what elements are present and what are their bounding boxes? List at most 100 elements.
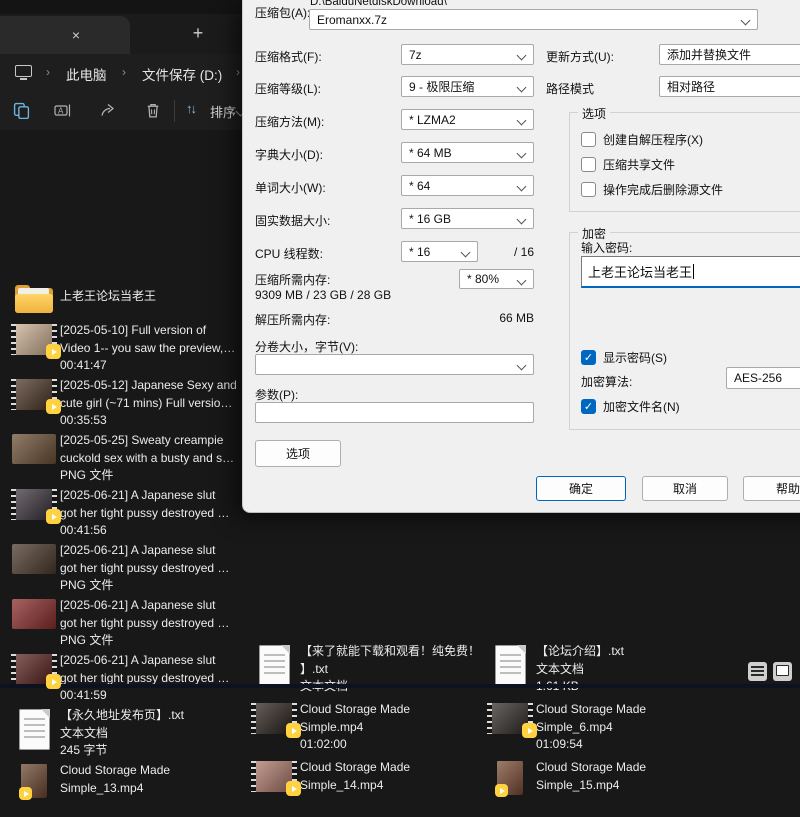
checkbox-checked-icon: ✓ [581, 399, 596, 414]
video-thumbnail [11, 489, 57, 520]
checkbox-unchecked-icon [581, 157, 596, 172]
archive-label: 压缩包(A): [255, 4, 310, 21]
show-password-checkbox[interactable]: ✓ 显示密码(S) [581, 349, 667, 366]
rename-icon[interactable]: A [53, 100, 73, 120]
compress-shared-checkbox[interactable]: 压缩共享文件 [581, 156, 675, 173]
method-combobox[interactable]: * LZMA2 [401, 109, 534, 130]
list-item[interactable]: Cloud Storage MadeSimple_13.mp4 [8, 762, 242, 817]
checkbox-unchecked-icon [581, 132, 596, 147]
solid-block-combobox[interactable]: * 16 GB [401, 208, 534, 229]
play-icon [286, 781, 301, 796]
file-name: [2025-05-12] Japanese Sexy and [60, 377, 237, 395]
delete-after-checkbox[interactable]: 操作完成后删除源文件 [581, 181, 723, 198]
play-icon [522, 723, 537, 738]
decompress-memory-label: 解压所需内存: [255, 311, 330, 328]
cancel-button[interactable]: 取消 [642, 476, 728, 501]
file-meta: 文本文档 [60, 725, 184, 743]
file-name: got her tight pussy destroyed … [60, 615, 229, 633]
list-item[interactable]: Cloud Storage MadeSimple.mp401:02:00 [248, 701, 480, 759]
parameters-input[interactable] [255, 402, 534, 423]
tab-close-icon[interactable]: × [66, 25, 86, 45]
list-item[interactable]: 【论坛介绍】.txt文本文档1.61 KB [484, 643, 712, 701]
this-pc-icon[interactable] [15, 65, 32, 80]
parameters-label: 参数(P): [255, 386, 298, 403]
breadcrumb-this-pc[interactable]: 此电脑 [66, 64, 107, 84]
list-item[interactable]: [2025-05-12] Japanese Sexy andcute girl … [8, 377, 242, 432]
path-mode-combobox[interactable]: 相对路径 [659, 76, 800, 97]
video-thumbnail [11, 324, 57, 355]
file-name: 【永久地址发布页】.txt [60, 707, 184, 725]
memory-usage-value: 9309 MB / 23 GB / 28 GB [255, 288, 391, 302]
help-button[interactable]: 帮助 [743, 476, 800, 501]
file-name: 上老王论坛当老王 [60, 288, 156, 306]
file-name: Cloud Storage Made [536, 759, 646, 777]
list-item[interactable]: [2025-05-25] Sweaty creampiecuckold sex … [8, 432, 242, 487]
image-thumbnail [12, 599, 56, 629]
text-file-icon [19, 709, 50, 750]
password-input[interactable]: 上老王论坛当老王 [581, 256, 800, 288]
list-item[interactable]: [2025-06-21] A Japanese slutgot her tigh… [8, 542, 242, 597]
breadcrumb-drive-d[interactable]: 文件保存 (D:) [142, 64, 222, 84]
archive-name-combobox[interactable]: Eromanxx.7z [309, 9, 758, 30]
list-item[interactable]: Cloud Storage MadeSimple_14.mp4 [248, 759, 480, 817]
explorer-tab[interactable]: × [0, 16, 130, 54]
video-thumbnail [251, 703, 297, 734]
encrypt-filenames-checkbox[interactable]: ✓ 加密文件名(N) [581, 398, 680, 415]
play-icon [46, 399, 61, 414]
list-item[interactable]: 上老王论坛当老王 [8, 272, 242, 322]
breadcrumb-separator: › [236, 65, 240, 79]
update-mode-combobox[interactable]: 添加并替换文件 [659, 44, 800, 65]
chevron-down-icon [741, 16, 751, 26]
list-item[interactable]: [2025-05-10] Full version ofVideo 1-- yo… [8, 322, 242, 377]
list-item[interactable]: Cloud Storage MadeSimple_6.mp401:09:54 [484, 701, 712, 759]
file-name: [2025-05-25] Sweaty creampie [60, 432, 234, 450]
delete-icon[interactable] [143, 100, 163, 120]
file-meta: 00:35:53 [60, 412, 237, 430]
file-name: [2025-06-21] A Japanese slut [60, 597, 229, 615]
split-volume-combobox[interactable] [255, 354, 534, 375]
decompress-memory-value: 66 MB [443, 311, 534, 325]
chevron-down-icon [517, 149, 527, 159]
file-name: Simple_14.mp4 [300, 777, 410, 795]
thumbnail-view-button[interactable] [773, 662, 792, 681]
dictionary-combobox[interactable]: * 64 MB [401, 142, 534, 163]
details-view-button[interactable] [748, 662, 767, 681]
chevron-down-icon [517, 182, 527, 192]
paste-icon[interactable] [11, 100, 31, 120]
text-file-icon [495, 645, 526, 686]
encryption-method-label: 加密算法: [581, 373, 632, 390]
folder-icon [15, 283, 53, 314]
file-name: 【来了就能下载和观看！纯免费！ [300, 643, 480, 661]
chevron-down-icon [517, 51, 527, 61]
cpu-threads-combobox[interactable]: * 16 [401, 241, 478, 262]
sort-arrows-icon: ↑↓ [186, 101, 195, 116]
file-name: Cloud Storage Made [300, 701, 410, 719]
options-button[interactable]: 选项 [255, 440, 341, 467]
sort-button[interactable]: 排序 [210, 102, 236, 121]
breadcrumb-separator: › [122, 65, 126, 79]
ok-button[interactable]: 确定 [536, 476, 626, 501]
list-item[interactable]: 【来了就能下载和观看！纯免费！】.txt文本文档 [248, 643, 480, 701]
level-combobox[interactable]: 9 - 极限压缩 [401, 76, 534, 97]
list-item[interactable]: Cloud Storage MadeSimple_15.mp4 [484, 759, 712, 817]
list-item[interactable]: [2025-06-21] A Japanese slutgot her tigh… [8, 487, 242, 542]
cpu-threads-max: / 16 [483, 245, 534, 259]
solid-block-label: 固实数据大小: [255, 212, 330, 229]
encryption-method-combobox[interactable]: AES-256 [726, 367, 800, 389]
format-combobox[interactable]: 7z [401, 44, 534, 65]
list-item[interactable]: [2025-06-21] A Japanese slutgot her tigh… [8, 597, 242, 652]
image-thumbnail [12, 544, 56, 574]
chevron-down-icon [517, 361, 527, 371]
word-size-combobox[interactable]: * 64 [401, 175, 534, 196]
file-name: Simple.mp4 [300, 719, 410, 737]
memory-percent-combobox[interactable]: * 80% [459, 269, 534, 289]
create-sfx-checkbox[interactable]: 创建自解压程序(X) [581, 131, 703, 148]
text-caret [693, 264, 694, 279]
new-tab-button[interactable]: + [186, 20, 210, 46]
list-item[interactable]: 【永久地址发布页】.txt文本文档245 字节 [8, 707, 242, 762]
play-icon [19, 787, 32, 800]
list-item[interactable]: [2025-06-21] A Japanese slutgot her tigh… [8, 652, 242, 707]
encrypt-filenames-label: 加密文件名(N) [603, 398, 680, 415]
7zip-add-archive-dialog: 压缩包(A): D:\BaiduNetdiskDownload\ Eromanx… [242, 0, 800, 513]
share-icon[interactable] [99, 100, 119, 120]
